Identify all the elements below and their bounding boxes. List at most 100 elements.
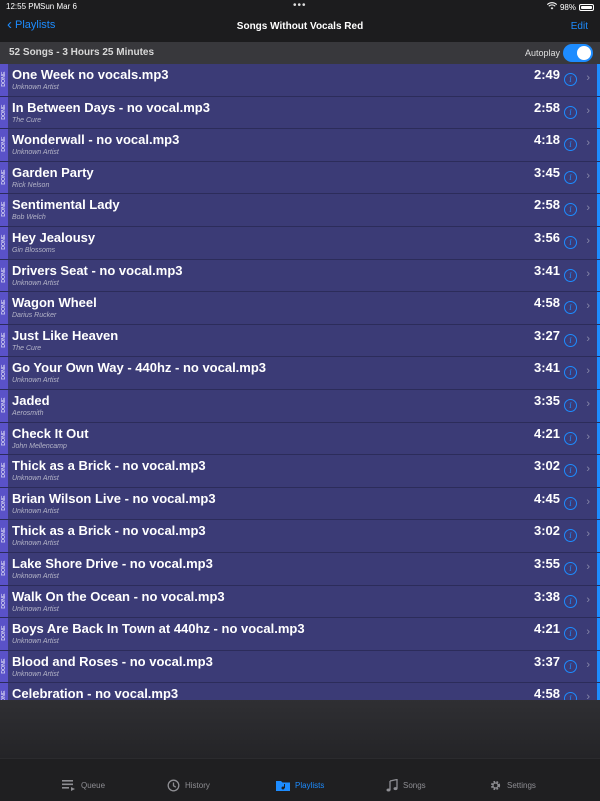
done-stripe: DONE	[0, 259, 8, 292]
song-title: Jaded	[12, 392, 50, 408]
chevron-right-icon: ›	[586, 202, 590, 215]
multitasking-dots-icon[interactable]: •••	[293, 0, 307, 11]
song-row[interactable]: DONE Go Your Own Way - 440hz - no vocal.m…	[0, 357, 600, 390]
info-icon[interactable]: i	[564, 235, 577, 249]
tab-label: Queue	[81, 780, 106, 790]
song-row[interactable]: DONE Thick as a Brick - no vocal.mp3 Unkno…	[0, 455, 600, 488]
info-icon[interactable]: i	[564, 659, 577, 673]
info-icon[interactable]: i	[564, 692, 577, 700]
song-duration: 2:58	[533, 197, 560, 213]
page-title: Songs Without Vocals Red	[236, 21, 364, 32]
tab-queue[interactable]: Queue	[62, 779, 105, 791]
tab-history[interactable]: History	[167, 779, 210, 792]
chevron-right-icon: ›	[586, 658, 590, 671]
status-right: 98%	[546, 2, 594, 12]
done-label: DONE	[1, 201, 7, 217]
song-duration: 3:56	[533, 229, 560, 245]
song-duration: 4:58	[533, 295, 560, 311]
done-label: DONE	[1, 234, 7, 250]
info-icon[interactable]: i	[564, 398, 577, 412]
done-label: DONE	[1, 364, 7, 380]
info-icon[interactable]: i	[564, 496, 577, 510]
song-artist: Unknown Artist	[12, 84, 59, 91]
status-time: 12:55 PM	[6, 2, 41, 11]
song-row[interactable]: DONE Walk On the Ocean - no vocal.mp3 Unkn…	[0, 585, 600, 619]
song-row[interactable]: DONE Hey Jealousy Gin Blossoms 3:56 i ›	[0, 226, 600, 260]
song-row[interactable]: DONE Just Like Heaven The Cure 3:27 i ›	[0, 324, 600, 358]
song-row[interactable]: DONE Wagon Wheel Darius Rucker 4:58 i ›	[0, 292, 600, 325]
battery-percent: 98%	[559, 2, 576, 12]
song-row[interactable]: DONE Garden Party Rick Nelson 3:45 i ›	[0, 161, 600, 195]
song-artist: Unknown Artist	[12, 572, 59, 580]
done-label: DONE	[1, 299, 7, 315]
song-row[interactable]: DONE Brian Wilson Live - no vocal.mp3 Unkn…	[0, 487, 600, 521]
song-artist: Unknown Artist	[12, 540, 59, 548]
song-duration: 4:21	[533, 621, 560, 637]
song-artist: Unknown Artist	[12, 475, 59, 483]
song-row[interactable]: DONE Lake Shore Drive - no vocal.mp3 Unkno…	[0, 552, 600, 586]
info-icon[interactable]: i	[564, 464, 577, 478]
song-row[interactable]: DONE Sentimental Lady Bob Welch 2:58 i ›	[0, 194, 600, 227]
song-title: Blood and Roses - no vocal.mp3	[12, 653, 213, 669]
chevron-right-icon: ›	[586, 593, 590, 606]
info-icon[interactable]: i	[564, 431, 577, 445]
song-artist: Rick Nelson	[12, 181, 50, 189]
done-stripe: DONE	[0, 552, 8, 585]
song-row[interactable]: DONE Blood and Roses - no vocal.mp3 Unknow…	[0, 650, 600, 684]
tab-songs[interactable]: Songs	[386, 779, 426, 792]
song-row[interactable]: DONE Celebration - no vocal.mp3 4:58 i ›	[0, 683, 600, 700]
song-row[interactable]: DONE Wonderwall - no vocal.mp3 Unknown Art…	[0, 129, 600, 162]
autoplay-toggle[interactable]	[563, 44, 593, 62]
song-row[interactable]: DONE Thick as a Brick - no vocal.mp3 Unkno…	[0, 520, 600, 553]
info-icon[interactable]: i	[564, 333, 577, 347]
song-row[interactable]: DONE Jaded Aerosmith 3:35 i ›	[0, 389, 600, 423]
info-icon[interactable]: i	[564, 203, 577, 217]
info-icon[interactable]: i	[564, 73, 577, 86]
done-stripe: DONE	[0, 683, 8, 700]
song-duration: 2:58	[533, 99, 560, 115]
song-row[interactable]: DONE Drivers Seat - no vocal.mp3 Unknown A…	[0, 259, 600, 293]
info-icon[interactable]: i	[564, 366, 577, 380]
song-artist: John Mellencamp	[12, 442, 67, 450]
info-icon[interactable]: i	[564, 105, 577, 119]
song-title: Go Your Own Way - 440hz - no vocal.mp3	[12, 360, 267, 376]
song-list[interactable]: DONE One Week no vocals.mp3 Unknown Artist…	[0, 64, 600, 700]
song-artist: Unknown Artist	[12, 638, 59, 646]
info-icon[interactable]: i	[564, 301, 577, 315]
chevron-right-icon: ›	[586, 691, 590, 700]
done-stripe: DONE	[0, 292, 8, 324]
done-label: DONE	[1, 592, 7, 609]
song-row[interactable]: DONE Boys Are Back In Town at 440hz - no …	[0, 618, 600, 651]
chevron-right-icon: ›	[586, 397, 590, 410]
song-row[interactable]: DONE In Between Days - no vocal.mp3 The Cu…	[0, 96, 600, 130]
info-icon[interactable]: i	[564, 170, 577, 184]
info-icon[interactable]: i	[564, 561, 577, 575]
tab-label: History	[185, 781, 210, 790]
navigation-bar: ‹ Playlists Songs Without Vocals Red Edi…	[0, 14, 600, 42]
info-icon[interactable]: i	[564, 529, 577, 543]
info-icon[interactable]: i	[564, 594, 577, 608]
tab-playlists[interactable]: Playlists	[276, 779, 324, 791]
song-row[interactable]: DONE Check It Out John Mellencamp 4:21 i ›	[0, 422, 600, 456]
info-icon[interactable]: i	[564, 627, 577, 641]
song-artist: Unknown Artist	[12, 279, 59, 287]
song-artist: Darius Rucker	[12, 312, 57, 320]
song-duration: 3:41	[533, 262, 560, 278]
info-icon[interactable]: i	[564, 268, 577, 282]
song-duration: 3:41	[533, 360, 560, 376]
music-note-icon	[386, 779, 398, 792]
edit-button[interactable]: Edit	[571, 21, 588, 32]
song-row[interactable]: DONE One Week no vocals.mp3 Unknown Artist…	[0, 64, 600, 97]
song-title: Check It Out	[12, 425, 89, 441]
song-title: Sentimental Lady	[12, 197, 120, 213]
done-stripe: DONE	[0, 389, 8, 422]
history-icon	[167, 779, 180, 792]
playlists-icon	[276, 779, 290, 791]
queue-icon	[62, 779, 76, 791]
song-artist: Unknown Artist	[12, 507, 59, 515]
chevron-right-icon: ›	[586, 267, 590, 280]
tab-label: Settings	[507, 781, 536, 790]
song-duration: 3:55	[533, 555, 560, 571]
tab-settings[interactable]: Settings	[489, 779, 536, 792]
info-icon[interactable]: i	[564, 138, 577, 152]
